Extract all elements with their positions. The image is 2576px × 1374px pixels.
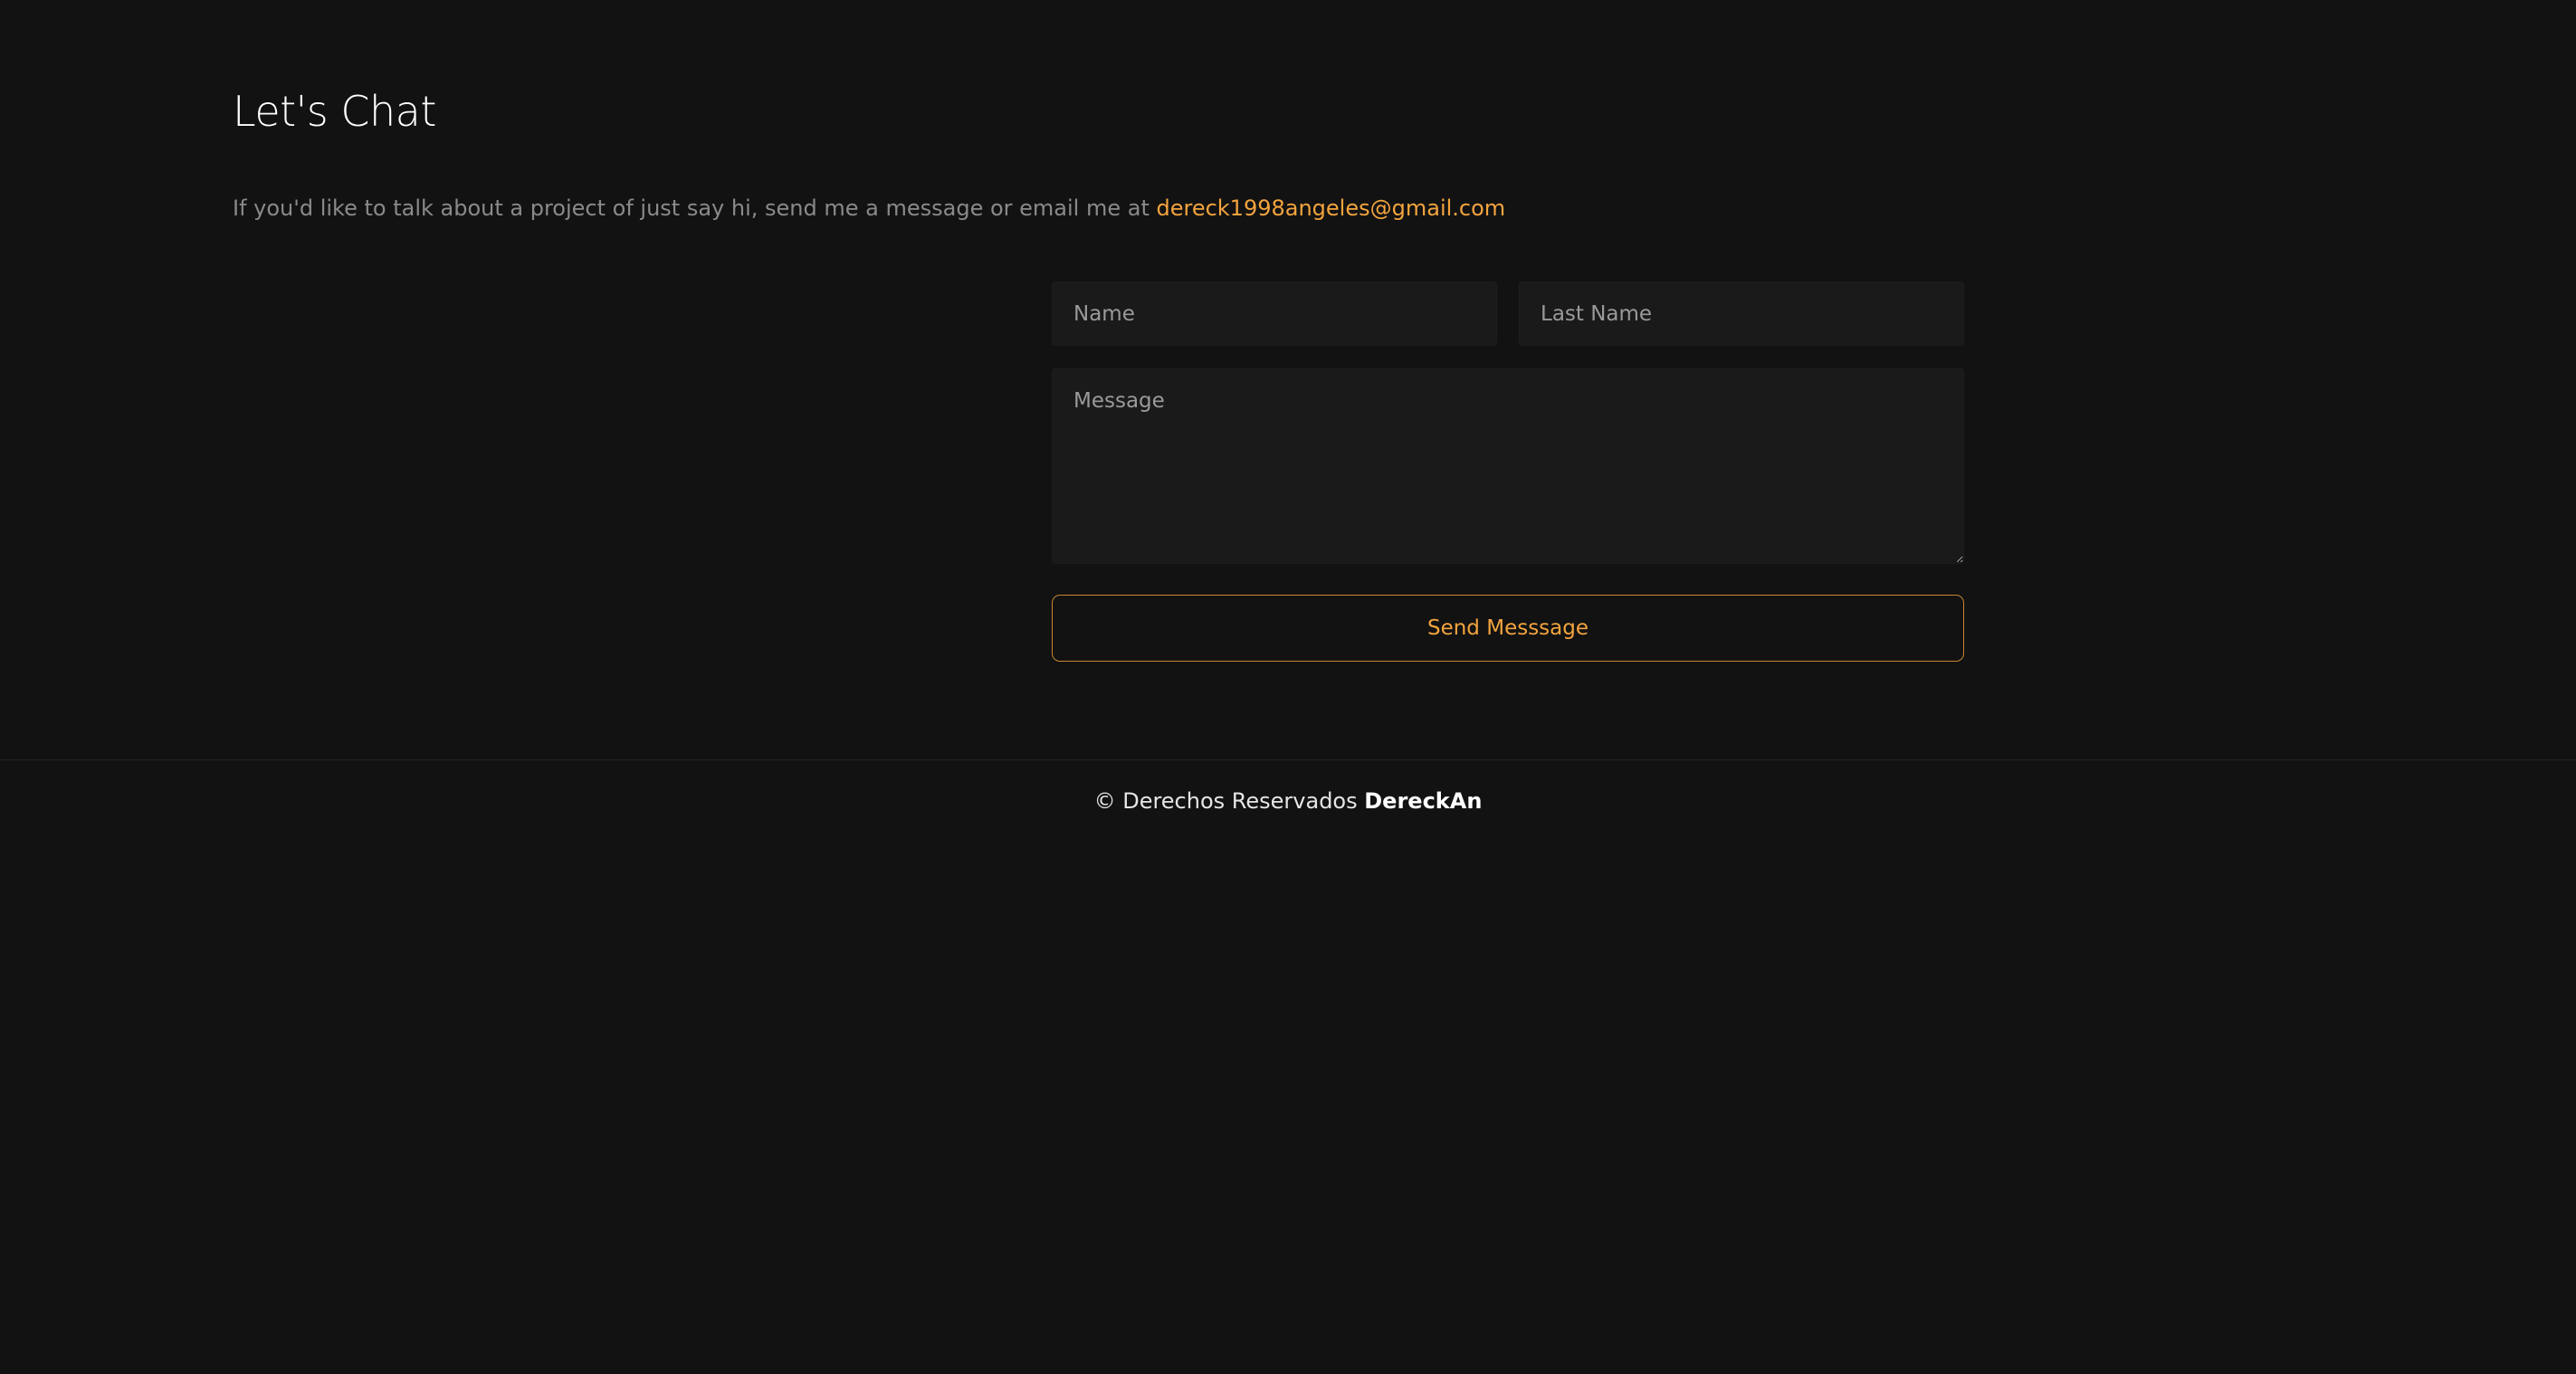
copyright-text: © Derechos Reservados [1093, 788, 1365, 814]
send-message-button[interactable]: Send Messsage [1052, 595, 1964, 662]
contact-form: Send Messsage [1052, 281, 1964, 662]
email-link[interactable]: dereck1998angeles@gmail.com [1156, 196, 1505, 221]
footer-brand: DereckAn [1364, 788, 1483, 814]
footer: © Derechos Reservados DereckAn [0, 788, 2576, 814]
intro-label: If you'd like to talk about a project of… [233, 196, 1157, 221]
page: Let's Chat If you'd like to talk about a… [0, 0, 2576, 1374]
name-input[interactable] [1052, 281, 1497, 346]
last-name-input[interactable] [1519, 281, 1964, 346]
message-textarea[interactable] [1052, 368, 1964, 564]
name-row [1052, 281, 1964, 346]
page-title: Let's Chat [233, 87, 436, 136]
footer-divider [0, 759, 2576, 760]
intro-text: If you'd like to talk about a project of… [233, 196, 1505, 221]
